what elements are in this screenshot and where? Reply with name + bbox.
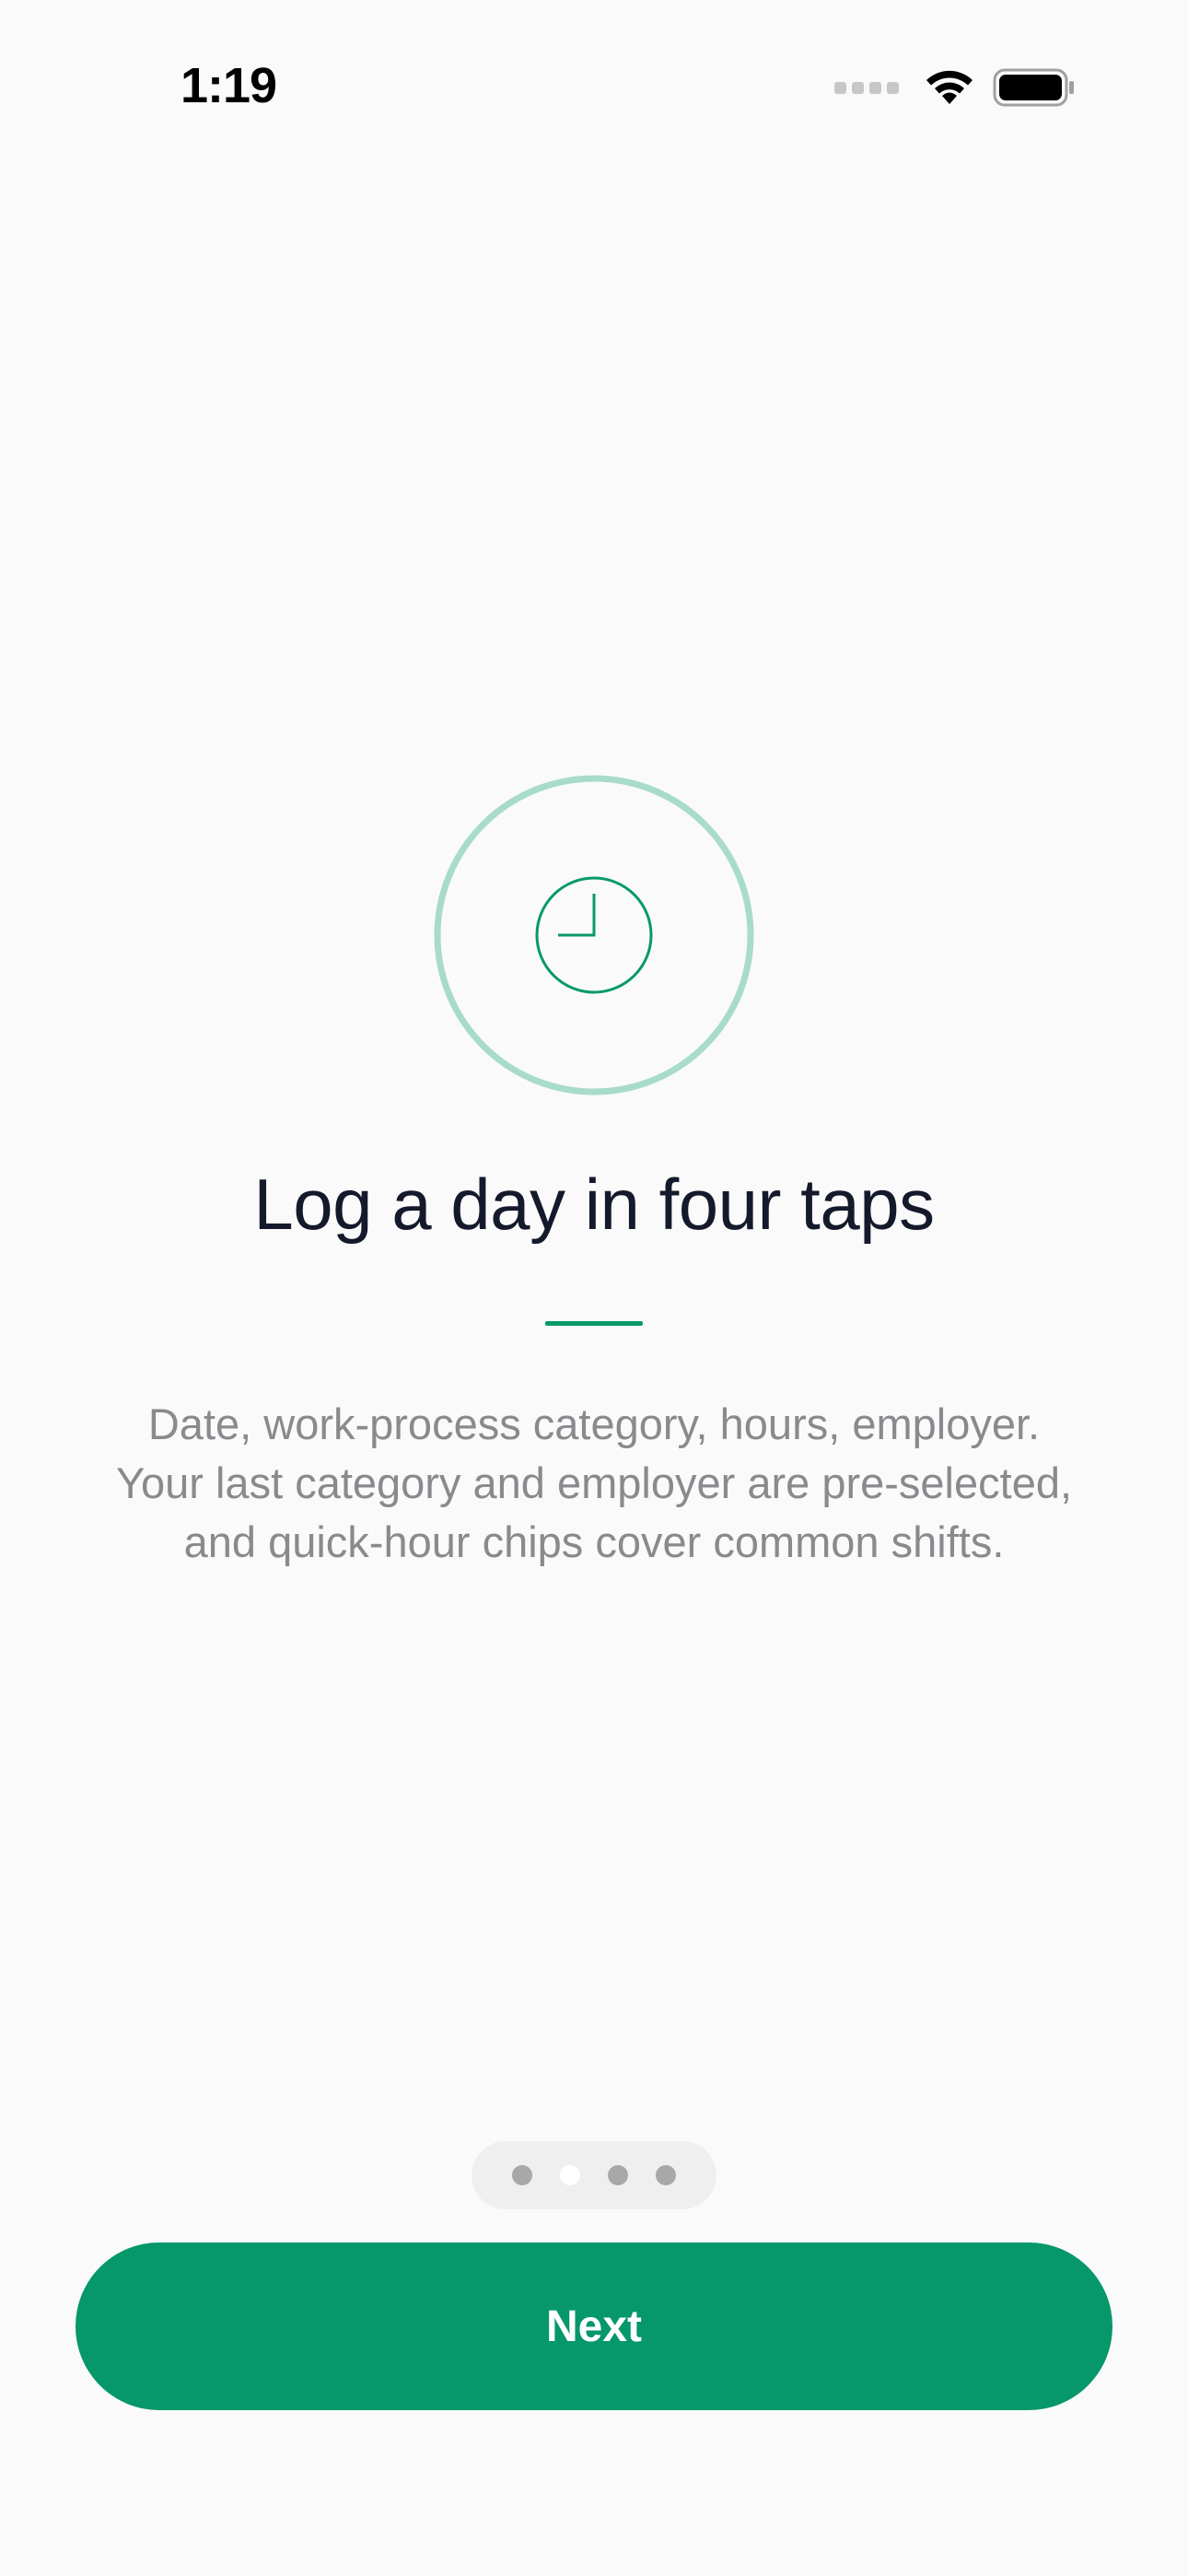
onboarding-title: Log a day in four taps xyxy=(253,1164,935,1245)
wifi-icon xyxy=(926,70,973,104)
cellular-signal-icon xyxy=(834,81,899,94)
next-button[interactable]: Next xyxy=(76,2242,1112,2410)
battery-icon xyxy=(993,68,1074,107)
page-dot-4[interactable] xyxy=(656,2165,676,2185)
page-dot-1[interactable] xyxy=(512,2165,532,2185)
status-icons xyxy=(834,63,1076,112)
accent-divider xyxy=(545,1321,643,1326)
onboarding-description: Date, work-process category, hours, empl… xyxy=(115,1399,1073,1566)
clock-icon xyxy=(434,775,754,1095)
page-indicator[interactable] xyxy=(472,2141,716,2209)
status-time: 1:19 xyxy=(181,58,277,113)
page-dot-2[interactable] xyxy=(560,2165,580,2185)
page-dot-3[interactable] xyxy=(608,2165,628,2185)
